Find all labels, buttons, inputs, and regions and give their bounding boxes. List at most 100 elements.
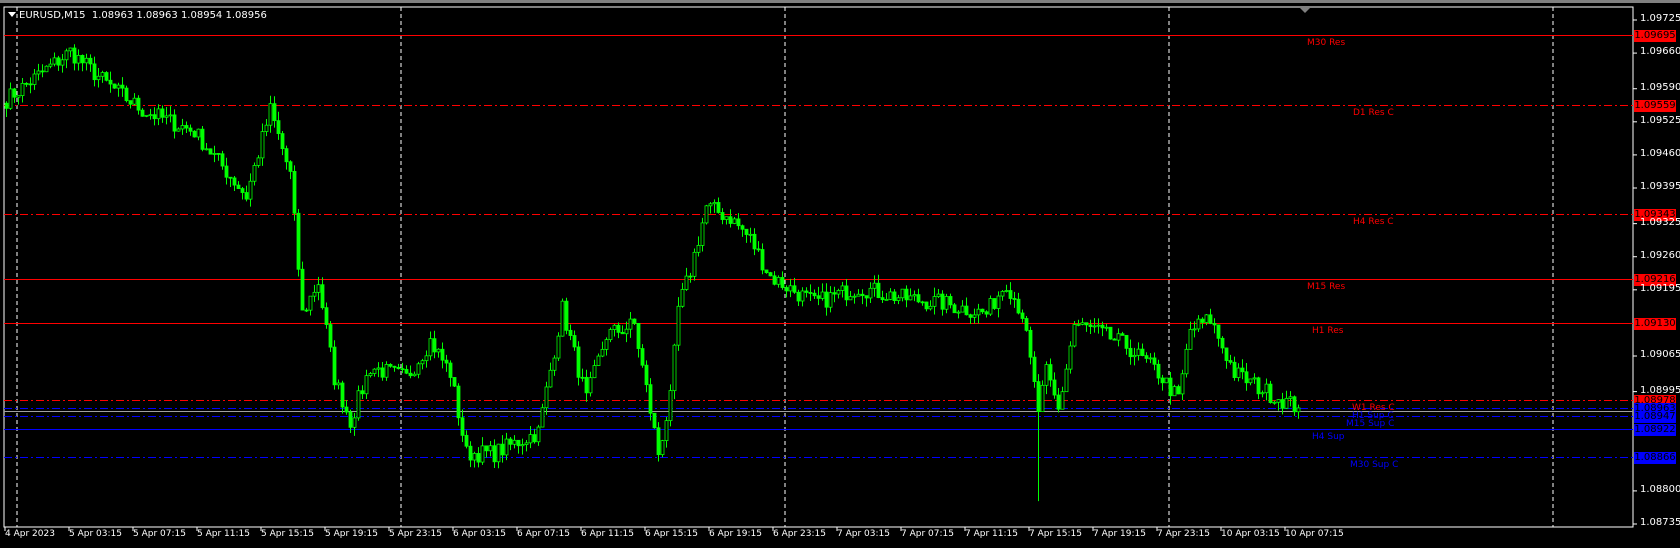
candle-body xyxy=(324,307,329,325)
candle-body xyxy=(1064,368,1069,393)
candle-body xyxy=(328,324,333,348)
candle-body xyxy=(676,305,681,346)
candle-body xyxy=(372,368,377,374)
candle-body xyxy=(68,47,73,52)
candle-body xyxy=(724,216,729,220)
candle-body xyxy=(672,344,677,392)
candle-body xyxy=(628,318,633,330)
candle-body xyxy=(320,284,325,309)
candle-body xyxy=(256,157,261,166)
candle-body xyxy=(464,434,469,447)
candle-body xyxy=(1092,325,1097,328)
candle-body xyxy=(116,84,121,89)
candle-body xyxy=(1180,373,1185,395)
candle-body xyxy=(60,59,65,66)
candle-body xyxy=(484,445,489,452)
candle-body xyxy=(20,82,25,97)
candle-body xyxy=(112,83,117,89)
candle-body xyxy=(784,287,789,292)
candle-body xyxy=(936,293,941,297)
candle-body xyxy=(708,203,713,207)
candle-body xyxy=(1260,392,1265,395)
candle-body xyxy=(1144,355,1149,359)
candle-body xyxy=(308,295,313,311)
candle-body xyxy=(276,120,281,134)
candle-body xyxy=(84,57,89,64)
candle-body xyxy=(1024,318,1029,331)
candle-body xyxy=(560,300,565,337)
time-tick-label: 7 Apr 23:15 xyxy=(1157,529,1210,539)
candle-body xyxy=(568,329,573,336)
candle-body xyxy=(524,442,529,445)
candle-body xyxy=(76,55,81,64)
candle-body xyxy=(300,268,305,311)
candle-body xyxy=(124,87,129,102)
candle-body xyxy=(512,439,517,445)
candle-body xyxy=(800,290,805,302)
candle-body xyxy=(1256,377,1261,395)
candle-body xyxy=(40,70,45,73)
candle-body xyxy=(1136,348,1141,356)
candle-body xyxy=(136,97,141,111)
candle-body xyxy=(456,385,461,419)
candle-body xyxy=(648,384,653,414)
candle-body xyxy=(692,251,697,277)
candle-body xyxy=(236,184,241,190)
candle-body xyxy=(388,364,393,367)
candle-body xyxy=(1140,348,1145,356)
candle-body xyxy=(1156,363,1161,379)
candle-body xyxy=(368,373,373,377)
candle-body xyxy=(496,443,501,463)
candle-body xyxy=(1016,298,1021,314)
candle-body xyxy=(64,50,69,61)
time-tick-label: 5 Apr 19:15 xyxy=(325,529,378,539)
candle-body xyxy=(96,75,101,81)
candle-body xyxy=(988,298,993,315)
candle-body xyxy=(1188,328,1193,350)
candle-body xyxy=(52,57,57,65)
candle-body xyxy=(644,364,649,386)
candle-body xyxy=(432,338,437,353)
candle-body xyxy=(1080,322,1085,325)
candle-body xyxy=(352,417,357,428)
candle-body xyxy=(608,329,613,341)
price-chart[interactable] xyxy=(0,3,1680,548)
candle-body xyxy=(1120,333,1125,336)
candle-body xyxy=(1040,384,1045,412)
candle-body xyxy=(556,335,561,359)
candle-body xyxy=(876,282,881,299)
candle-body xyxy=(208,148,213,155)
level-price-tag: 1.09695 xyxy=(1634,29,1676,42)
price-tick-label: 1.09065 xyxy=(1640,349,1680,360)
candle-body xyxy=(176,128,181,132)
candle-body xyxy=(332,346,337,386)
plot-border xyxy=(3,6,1634,528)
candle-body xyxy=(232,177,237,186)
candle-body xyxy=(996,295,1001,309)
candle-body xyxy=(916,294,921,303)
candle-body xyxy=(900,288,905,299)
candle-body xyxy=(280,133,285,150)
time-tick-label: 5 Apr 11:15 xyxy=(197,529,250,539)
candle-body xyxy=(228,176,233,179)
candle-body xyxy=(1072,324,1077,347)
time-tick-label: 4 Apr 2023 xyxy=(5,529,55,539)
candle-body xyxy=(468,445,473,461)
candle-body xyxy=(1240,367,1245,373)
candle-body xyxy=(360,390,365,395)
time-tick-label: 6 Apr 03:15 xyxy=(453,529,506,539)
chart-menu-triangle-icon[interactable] xyxy=(8,12,16,17)
candle-body xyxy=(156,108,161,120)
candle-body xyxy=(212,153,217,155)
candle-body xyxy=(1096,324,1101,327)
time-tick-label: 7 Apr 15:15 xyxy=(1029,529,1082,539)
candle-body xyxy=(192,130,197,138)
chart-window[interactable]: EURUSD,M15 1.08963 1.08963 1.08954 1.089… xyxy=(0,0,1680,545)
candle-body xyxy=(1164,377,1169,384)
candle-body xyxy=(404,369,409,374)
candle-body xyxy=(684,275,689,290)
level-price-tag: 1.08866 xyxy=(1634,451,1676,464)
candle-body xyxy=(1296,407,1301,413)
candle-body xyxy=(844,285,849,301)
candle-body xyxy=(768,272,773,277)
